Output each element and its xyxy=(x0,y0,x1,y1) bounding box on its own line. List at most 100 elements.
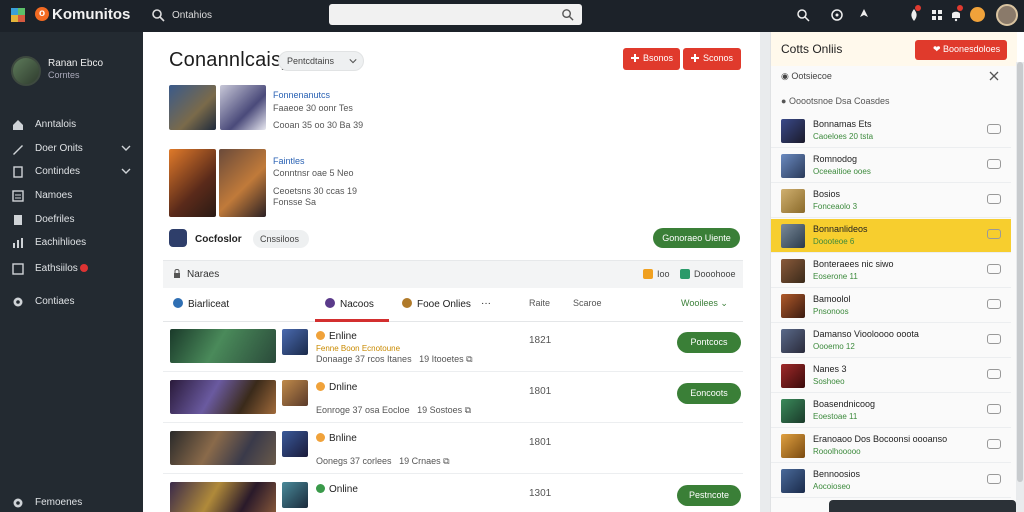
panel-scrollbar[interactable] xyxy=(1016,62,1024,512)
table-row[interactable]: Online 1301 Pestncote xyxy=(163,475,743,512)
panel-item-menu-icon[interactable] xyxy=(987,369,1001,379)
panel-list-item[interactable]: Bonteraees nic siwo Eoserone 11 xyxy=(771,254,1011,288)
panel-list-item[interactable]: Bonnanlideos Doooteoe 6 xyxy=(771,219,1011,253)
brand-name[interactable]: Komunitos xyxy=(52,6,130,23)
table-row[interactable]: Enline Fenne Boon Ecnotoune Donaage 37 r… xyxy=(163,322,743,372)
panel-item-menu-icon[interactable] xyxy=(987,124,1001,134)
sidebar-item-preferences[interactable]: Femoenes xyxy=(0,493,143,512)
column-header-score[interactable]: Scaroe xyxy=(573,298,602,308)
sidebar-item-settings[interactable]: Contiaes xyxy=(0,292,143,312)
chevron-down-icon[interactable] xyxy=(121,143,131,153)
panel-item-avatar[interactable] xyxy=(781,364,805,388)
panel-item-menu-icon[interactable] xyxy=(987,299,1001,309)
coins-icon[interactable] xyxy=(970,7,985,22)
tab-online[interactable]: Fooe Onlies xyxy=(402,298,471,310)
create-community-button[interactable]: Gonoraeo Uiente xyxy=(653,228,740,248)
sidebar-item-content[interactable]: Contindes xyxy=(0,162,143,182)
search-icon[interactable] xyxy=(561,8,574,21)
featured-title[interactable]: Fonnenanutcs xyxy=(273,90,330,100)
search-icon[interactable] xyxy=(796,8,810,22)
panel-item-avatar[interactable] xyxy=(781,294,805,318)
panel-item-avatar[interactable] xyxy=(781,259,805,283)
table-row[interactable]: Bnline Oonegs 37 corlees 19 Crnaes ⧉ 180… xyxy=(163,424,743,474)
search-icon[interactable] xyxy=(151,8,165,22)
panel-item-avatar[interactable] xyxy=(781,329,805,353)
share-icon[interactable]: ⧉ xyxy=(443,456,449,466)
filter-dropdown[interactable]: Pentcdtains xyxy=(278,51,364,71)
user-name[interactable]: Ranan Ebco xyxy=(48,58,103,69)
user-avatar[interactable] xyxy=(996,4,1018,26)
sidebar-item-analytics[interactable]: Eachihlioes xyxy=(0,233,143,253)
sidebar-item-docs[interactable]: Doefriles xyxy=(0,210,143,230)
row-avatar[interactable] xyxy=(282,380,308,406)
sort-dropdown[interactable]: Wooilees ⌄ xyxy=(681,298,728,309)
panel-list-item[interactable]: Bennoosios Aocoioseo xyxy=(771,464,1011,498)
community-tag[interactable]: Cnssiloos xyxy=(253,230,309,248)
row-banner-image[interactable] xyxy=(170,431,276,465)
panel-list-item[interactable]: Romnodog Oceeaitioe ooes xyxy=(771,149,1011,183)
panel-list-item[interactable]: Bamoolol Pnsonoos xyxy=(771,289,1011,323)
panel-item-avatar[interactable] xyxy=(781,189,805,213)
panel-list-item[interactable]: Boasendnicoog Eoestoae 11 xyxy=(771,394,1011,428)
panel-item-menu-icon[interactable] xyxy=(987,194,1001,204)
panel-list-item[interactable]: Eranoaoo Dos Bocoonsi oooanso Rooolhooooo xyxy=(771,429,1011,463)
panel-item-menu-icon[interactable] xyxy=(987,229,1001,239)
panel-item-avatar[interactable] xyxy=(781,154,805,178)
panel-list-item[interactable]: Bosios Fonceaolo 3 xyxy=(771,184,1011,218)
sidebar-item-flags[interactable]: Eathsiilos xyxy=(0,259,143,279)
rocket-icon[interactable] xyxy=(857,8,871,22)
share-icon[interactable]: ⧉ xyxy=(465,405,471,415)
global-search-input[interactable] xyxy=(329,4,582,25)
tab-all[interactable]: Biarliceat xyxy=(173,298,229,310)
app-logo-icon[interactable] xyxy=(10,7,26,23)
featured-thumbnail[interactable] xyxy=(219,149,266,217)
column-header-rate[interactable]: Raite xyxy=(529,298,550,308)
close-icon[interactable] xyxy=(989,71,999,81)
sidebar-item-names[interactable]: Namoes xyxy=(0,186,143,206)
row-avatar[interactable] xyxy=(282,482,308,508)
secondary-action-button[interactable]: Sconos xyxy=(683,48,741,70)
row-join-button[interactable]: Eoncoots xyxy=(677,383,741,404)
grid-icon[interactable] xyxy=(930,8,944,22)
featured-thumbnail[interactable] xyxy=(169,149,216,217)
share-icon[interactable]: ⧉ xyxy=(466,354,472,364)
row-join-button[interactable]: Pontcocs xyxy=(677,332,741,353)
panel-item-menu-icon[interactable] xyxy=(987,334,1001,344)
avatar[interactable] xyxy=(11,56,41,86)
row-avatar[interactable] xyxy=(282,431,308,457)
featured-title[interactable]: Faintles xyxy=(273,156,305,166)
tag-label[interactable]: Dooohooe xyxy=(694,269,736,279)
panel-action-button[interactable]: ❤ Boonesdoloes xyxy=(915,40,1007,60)
panel-item-menu-icon[interactable] xyxy=(987,439,1001,449)
panel-list-item[interactable]: Bonnamas Ets Caoeloes 20 tsta xyxy=(771,114,1011,148)
compass-icon[interactable] xyxy=(830,8,844,22)
featured-thumbnail[interactable] xyxy=(220,85,266,130)
primary-action-button[interactable]: Bsonos xyxy=(623,48,680,70)
panel-item-menu-icon[interactable] xyxy=(987,159,1001,169)
row-banner-image[interactable] xyxy=(170,329,276,363)
panel-list-item[interactable]: Nanes 3 Soshoeo xyxy=(771,359,1011,393)
sidebar-item-tags[interactable]: Doer Onits xyxy=(0,139,143,159)
chat-bar[interactable] xyxy=(829,500,1016,512)
main-scrollbar[interactable] xyxy=(760,32,770,512)
featured-card[interactable]: Fonnenanutcs Faaeoe 30 oonr Tes Cooan 35… xyxy=(168,85,408,131)
featured-thumbnail[interactable] xyxy=(169,85,216,130)
panel-scroll-thumb[interactable] xyxy=(1017,62,1023,482)
tab-new[interactable]: Nacoos xyxy=(325,298,374,310)
featured-card[interactable]: Faintles Conntnsr oae 5 Neo Ceoetsns 30 … xyxy=(168,149,408,219)
panel-item-menu-icon[interactable] xyxy=(987,404,1001,414)
row-join-button[interactable]: Pestncote xyxy=(677,485,741,506)
table-row[interactable]: Dnline Eonroge 37 osa Eocloe 19 Sostoes … xyxy=(163,373,743,423)
panel-item-menu-icon[interactable] xyxy=(987,474,1001,484)
sidebar-item-home[interactable]: Anntalois xyxy=(0,115,143,135)
panel-item-avatar[interactable] xyxy=(781,399,805,423)
panel-item-menu-icon[interactable] xyxy=(987,264,1001,274)
panel-item-avatar[interactable] xyxy=(781,119,805,143)
panel-list-item[interactable]: Damanso Viooloooo ooota Oooemo 12 xyxy=(771,324,1011,358)
tag-label[interactable]: Ioo xyxy=(657,269,670,279)
row-banner-image[interactable] xyxy=(170,380,276,414)
nav-link-explore[interactable]: Ontahios xyxy=(172,10,212,21)
more-options-icon[interactable]: ··· xyxy=(481,298,491,309)
panel-item-avatar[interactable] xyxy=(781,434,805,458)
panel-item-avatar[interactable] xyxy=(781,224,805,248)
